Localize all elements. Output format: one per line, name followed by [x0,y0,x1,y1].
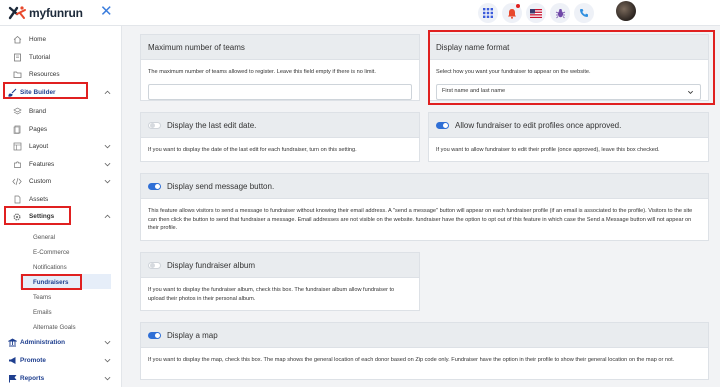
card-description: If you want to display the fundraiser al… [148,287,395,302]
layers-icon [12,107,22,117]
sidebar-item-label: Reports [20,375,45,382]
code-icon [12,177,22,187]
max-teams-input[interactable] [148,83,412,100]
logo-text: myfunrun [29,6,83,20]
logo[interactable]: myfunrun [8,4,83,22]
sidebar-item-label: Custom [29,178,52,185]
user-avatar[interactable] [616,1,636,21]
card-title: Maximum number of teams [148,42,245,52]
sidebar-item-layout[interactable]: Layout [0,138,122,155]
album-toggle[interactable] [148,261,161,269]
card-max-teams: Maximum number of teams The maximum numb… [140,34,420,101]
home-icon [12,35,22,45]
edit-profiles-toggle[interactable] [436,121,449,129]
sidebar-item-label: Features [29,161,55,168]
card-description: If you want to allow fundraiser to edit … [436,147,660,153]
bank-icon [7,338,17,348]
book-icon [12,53,22,63]
card-title: Display fundraiser album [167,260,256,270]
send-message-toggle[interactable] [148,182,161,190]
card-description: The maximum number of teams allowed to r… [148,69,376,75]
card-send-message: Display send message button. This featur… [140,173,709,241]
runner-logo-icon [8,6,26,20]
notification-dot [516,4,520,8]
chevron-down-icon [104,376,111,381]
highlight-settings [4,206,71,225]
sidebar-item-home[interactable]: Home [0,31,122,48]
card-fundraiser-album: Display fundraiser album If you want to … [140,252,420,311]
card-edit-profiles: Allow fundraiser to edit profiles once a… [428,112,709,162]
card-display-map: Display a map If you want to display the… [140,322,709,380]
sidebar-sub-alternate-goals[interactable]: Alternate Goals [33,324,76,331]
sidebar-item-pages[interactable]: Pages [0,121,122,138]
sidebar-section-administration[interactable]: Administration [0,334,122,351]
puzzle-icon [12,160,22,170]
chevron-up-icon [104,214,111,219]
sidebar-item-label: Pages [29,126,48,133]
sidebar-item-label: Home [29,36,47,43]
sidebar-sub-general[interactable]: General [33,234,55,241]
sidebar-item-label: Promote [20,357,46,364]
notification-bell-icon[interactable] [502,3,522,23]
sidebar-item-label: Administration [20,339,66,346]
chevron-down-icon [104,144,111,149]
chevron-down-icon [104,340,111,345]
map-toggle[interactable] [148,331,161,339]
card-description: If you want to display the date of the l… [148,147,357,153]
folder-icon [12,70,22,80]
last-edit-toggle[interactable] [148,121,161,129]
sidebar-item-label: Layout [29,143,49,150]
card-title: Display send message button. [167,181,275,191]
chevron-down-icon [104,358,111,363]
us-flag-icon[interactable] [526,3,546,23]
sidebar-item-label: Resources [29,71,60,78]
card-last-edit-date: Display the last edit date. If you want … [140,112,420,162]
sidebar-item-custom[interactable]: Custom [0,173,122,190]
sidebar-sub-teams[interactable]: Teams [33,294,51,301]
pages-icon [12,125,22,135]
phone-icon[interactable] [574,3,594,23]
sidebar-item-label: Brand [29,108,47,115]
sidebar-sub-notifications[interactable]: Notifications [33,264,67,271]
highlight-display-name-format [428,30,715,105]
card-title: Allow fundraiser to edit profiles once a… [455,120,622,130]
sidebar-item-brand[interactable]: Brand [0,103,122,120]
top-bar: myfunrun ✕ [0,0,720,26]
sidebar-section-promote[interactable]: Promote [0,352,122,369]
chevron-up-icon [104,90,111,95]
sidebar-sub-emails[interactable]: Emails [33,309,52,316]
layout-icon [12,142,22,152]
chevron-down-icon [104,162,111,167]
card-description: If you want to display the map, check th… [148,357,675,363]
sidebar-item-label: Assets [29,196,49,203]
sidebar-item-resources[interactable]: Resources [0,66,122,83]
megaphone-icon [7,356,17,366]
collapse-sidebar-icon[interactable]: ✕ [100,3,113,21]
card-title: Display the last edit date. [167,120,257,130]
apps-grid-icon[interactable] [478,3,498,23]
sidebar-item-label: Tutorial [29,54,51,61]
highlight-site-builder [3,82,88,99]
flag-icon [7,374,17,384]
sidebar-item-features[interactable]: Features [0,156,122,173]
chevron-down-icon [104,179,111,184]
sidebar-sub-ecommerce[interactable]: E-Commerce [33,249,69,256]
card-title: Display a map [167,330,218,340]
bug-icon[interactable] [550,3,570,23]
file-icon [12,195,22,205]
card-description: This feature allows visitors to send a m… [148,208,693,232]
highlight-fundraisers [21,274,82,290]
sidebar-section-reports[interactable]: Reports [0,370,122,387]
sidebar-item-tutorial[interactable]: Tutorial [0,49,122,66]
